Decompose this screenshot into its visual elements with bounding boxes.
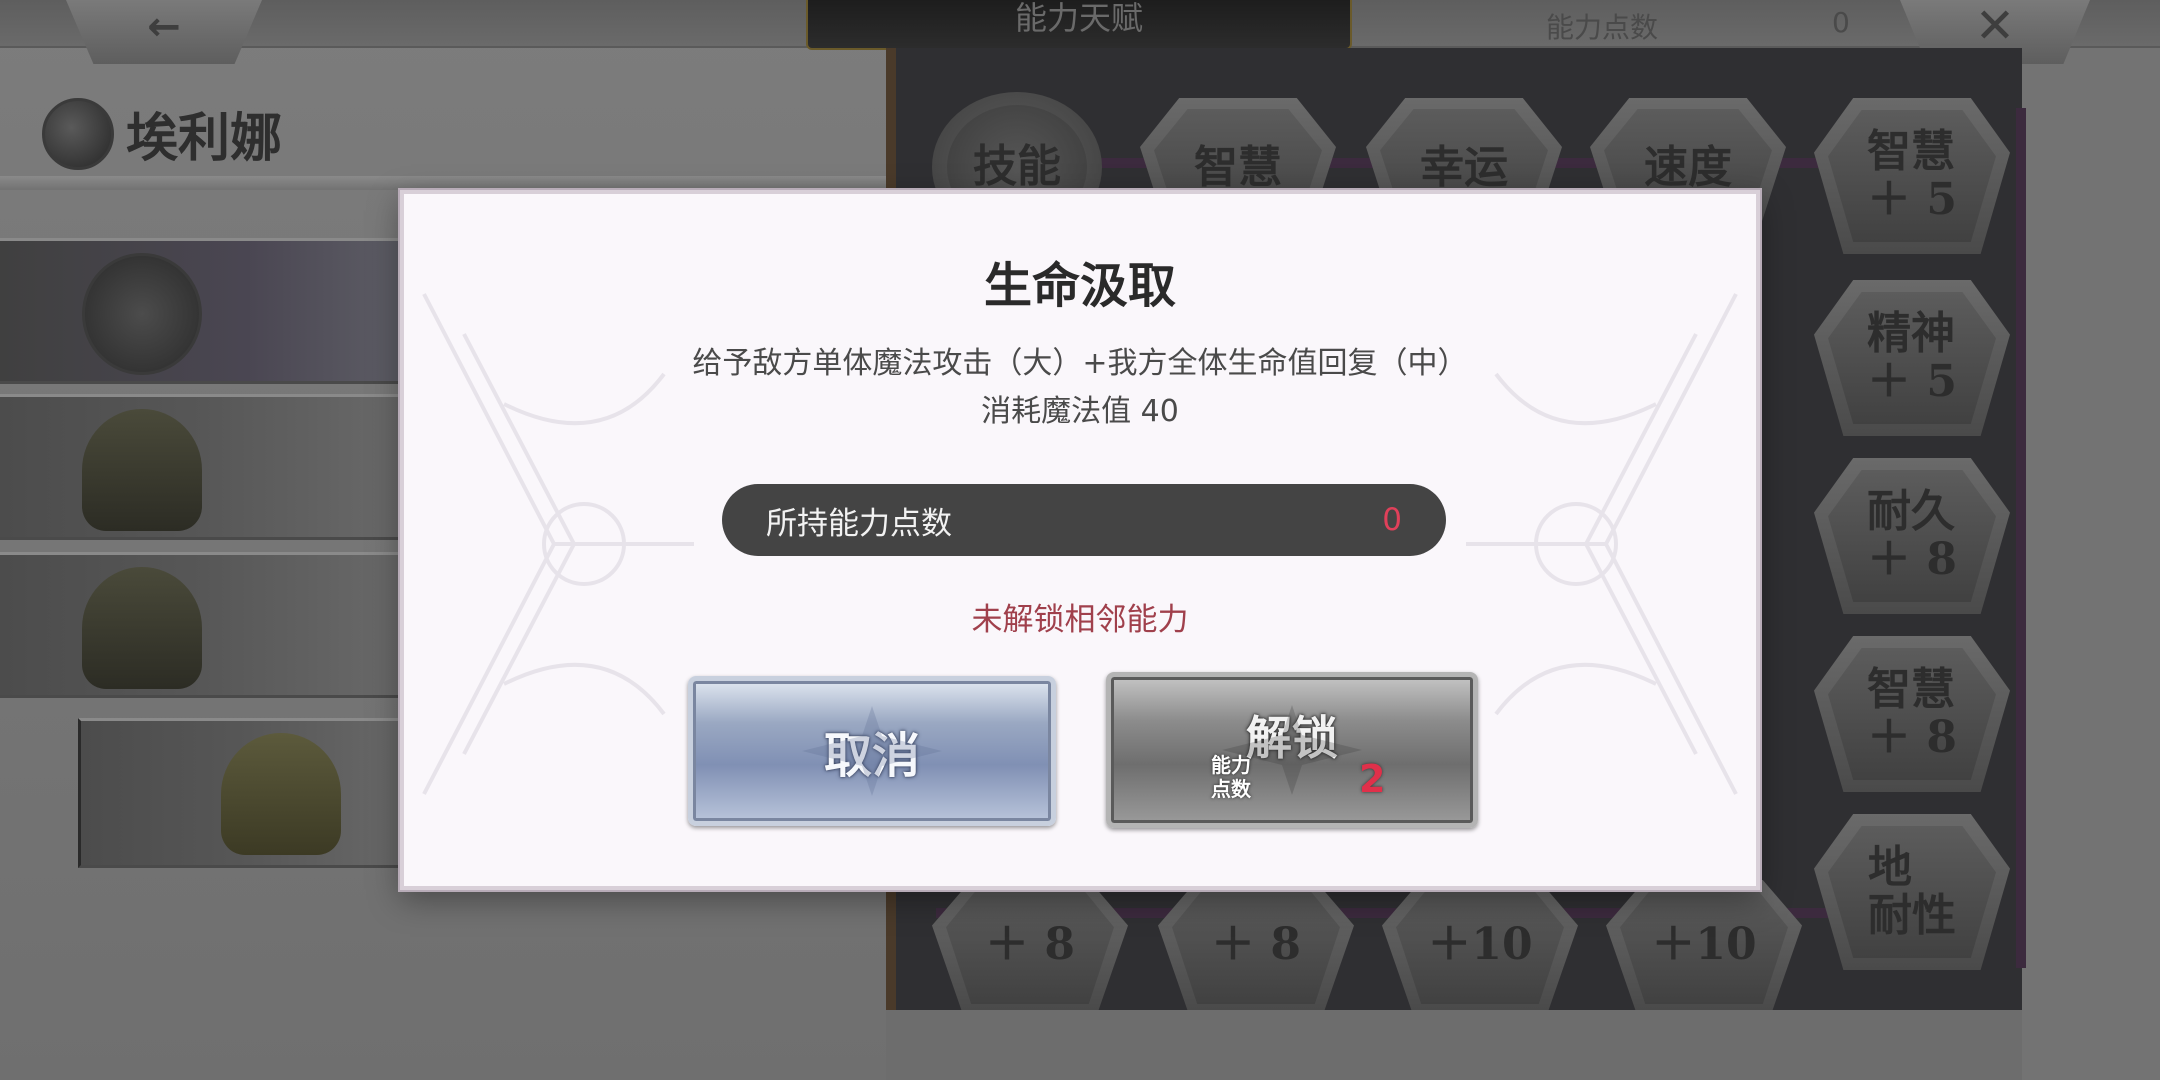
held-points-bar: 所持能力点数 0 (722, 484, 1446, 556)
cancel-button[interactable]: 取消 (688, 676, 1056, 826)
dialog-title: 生命汲取 (983, 258, 1176, 314)
ability-unlock-dialog: 生命汲取 给予敌方单体魔法攻击（大）+我方全体生命值回复（中） 消耗魔法值 40… (400, 190, 1760, 890)
unlock-cost-label-line1: 能力 (1211, 753, 1251, 777)
held-points-label: 所持能力点数 (766, 505, 952, 542)
unlock-button[interactable]: 解锁 能力点数 2 (1106, 672, 1478, 828)
unlock-cost-label: 能力 点数 (1207, 753, 1255, 801)
mp-cost: 消耗魔法值 40 (981, 394, 1179, 429)
held-points-value: 0 (1382, 502, 1402, 538)
ability-description: 给予敌方单体魔法攻击（大）+我方全体生命值回复（中） (692, 346, 1468, 381)
locked-notice: 未解锁相邻能力 (971, 602, 1189, 638)
unlock-cost-label-line2: 点数 (1211, 777, 1251, 801)
button-emblem-icon (802, 706, 942, 796)
unlock-cost-value: 2 (1359, 757, 1386, 801)
